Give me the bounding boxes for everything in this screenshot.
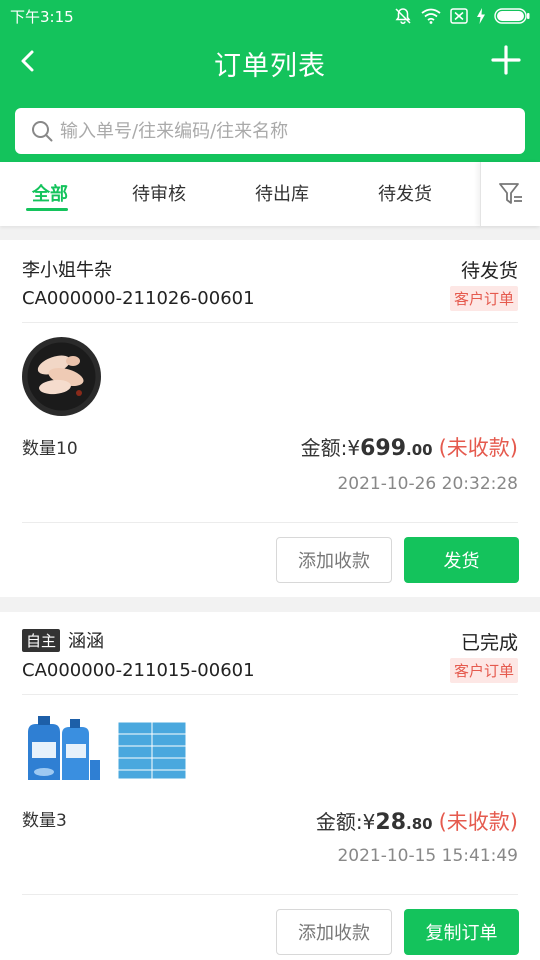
battery-icon <box>494 8 530 24</box>
no-sim-icon <box>450 8 468 24</box>
product-thumbnail-detergent[interactable] <box>22 712 104 785</box>
plus-icon <box>491 45 521 75</box>
tab-pending-outbound[interactable]: 待出库 <box>232 180 332 206</box>
page-title: 订单列表 <box>214 51 326 82</box>
quantity: 数量10 <box>22 439 78 459</box>
add-order-button[interactable] <box>490 44 522 76</box>
mute-bell-icon <box>395 8 411 25</box>
tab-bar: 全部 待审核 待出库 待发货 <box>0 162 540 226</box>
amount-integer: 699 <box>360 436 407 461</box>
ship-button[interactable]: 发货 <box>404 537 519 583</box>
quantity: 数量3 <box>22 811 67 831</box>
wifi-icon <box>421 8 441 24</box>
filter-icon <box>498 183 522 204</box>
navbar: 订单列表 <box>0 32 540 92</box>
amount-decimal: .00 <box>406 441 433 459</box>
status-icons <box>394 5 530 27</box>
tab-all[interactable]: 全部 <box>0 180 100 206</box>
customer-name-text: 涵涵 <box>68 631 105 652</box>
customer-name-text: 李小姐牛杂 <box>22 260 112 281</box>
tab-pending-review[interactable]: 待审核 <box>109 180 209 206</box>
amount-label: 金额: <box>315 810 363 834</box>
divider <box>22 894 518 895</box>
copy-order-button[interactable]: 复制订单 <box>404 909 519 955</box>
filter-button[interactable] <box>480 162 540 226</box>
search-icon <box>32 121 53 142</box>
order-type-badge: 客户订单 <box>449 658 518 683</box>
currency-symbol: ¥ <box>347 436 361 460</box>
payment-status: (未收款) <box>438 810 518 834</box>
add-payment-button[interactable]: 添加收款 <box>276 537 392 583</box>
charging-icon <box>477 8 485 24</box>
amount-label: 金额: <box>300 436 348 460</box>
currency-symbol: ¥ <box>362 810 376 834</box>
divider <box>22 522 518 523</box>
customer-name: 自主 涵涵 <box>22 627 104 653</box>
add-payment-button[interactable]: 添加收款 <box>276 909 392 955</box>
order-status: 已完成 <box>460 632 518 654</box>
product-thumbnail-tissues[interactable] <box>116 716 188 780</box>
payment-status: (未收款) <box>438 436 518 460</box>
order-card[interactable]: 李小姐牛杂 CA000000-211026-00601 待发货 客户订单 数量1… <box>0 240 540 597</box>
divider <box>22 694 518 695</box>
tab-pending-shipment[interactable]: 待发货 <box>355 180 455 206</box>
amount-decimal: .80 <box>406 815 433 833</box>
order-amount: 金额: ¥ 28 .80 (未收款) <box>316 806 518 836</box>
search-bar[interactable] <box>15 108 525 154</box>
order-date: 2021-10-26 20:32:28 <box>337 474 518 494</box>
order-number: CA000000-211026-00601 <box>22 288 255 309</box>
status-time: 下午3:15 <box>10 8 74 26</box>
order-date: 2021-10-15 15:41:49 <box>337 846 518 866</box>
order-status: 待发货 <box>460 260 518 282</box>
self-order-badge: 自主 <box>22 628 61 652</box>
search-input[interactable] <box>60 108 510 154</box>
amount-integer: 28 <box>375 810 407 835</box>
order-number: CA000000-211015-00601 <box>22 660 255 681</box>
status-bar: 下午3:15 <box>0 0 540 32</box>
product-thumbnail-chicken-wings[interactable] <box>22 337 101 416</box>
divider <box>22 322 518 323</box>
header: 下午3:15 订单列表 <box>0 0 540 162</box>
order-amount: 金额: ¥ 699 .00 (未收款) <box>301 432 518 462</box>
customer-name: 李小姐牛杂 <box>22 256 112 282</box>
order-card[interactable]: 自主 涵涵 CA000000-211015-00601 已完成 客户订单 数量3… <box>0 612 540 960</box>
active-tab-indicator <box>26 208 68 211</box>
order-type-badge: 客户订单 <box>449 286 518 311</box>
